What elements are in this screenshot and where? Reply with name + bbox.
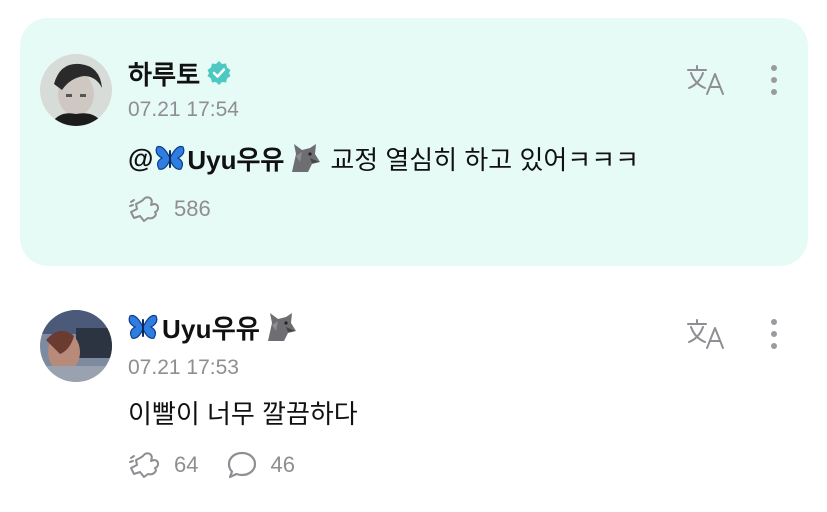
- translate-icon: [687, 65, 724, 95]
- butterfly-icon: [128, 313, 158, 341]
- like-count: 586: [174, 196, 211, 221]
- post-body: @ Uyu우유 교정 열심히 하고 있어ㅋㅋㅋ: [128, 138, 639, 178]
- like-button[interactable]: 64: [128, 450, 198, 480]
- like-count: 64: [174, 452, 199, 477]
- heart-hand-icon: [129, 196, 159, 222]
- translate-button[interactable]: [684, 314, 728, 354]
- author-row: 하루토: [128, 56, 232, 90]
- author-name[interactable]: Uyu우유: [162, 309, 260, 346]
- wolf-icon: [264, 311, 298, 343]
- like-button[interactable]: 586: [128, 194, 211, 224]
- post-text: 교정 열심히 하고 있어ㅋㅋㅋ: [330, 144, 640, 175]
- avatar[interactable]: [40, 310, 112, 382]
- reply-body: 이빨이 너무 깔끔하다: [128, 394, 358, 430]
- butterfly-icon: [155, 144, 185, 172]
- reply-item: Uyu우유 07.21 17:53 이빨이 너무 깔끔하다 64 46: [20, 290, 808, 500]
- reply-text: 이빨이 너무 깔끔하다: [128, 398, 358, 429]
- more-options-button[interactable]: [762, 314, 786, 354]
- more-vertical-icon: [771, 319, 777, 325]
- post-time: 07.21 17:54: [128, 98, 239, 121]
- avatar[interactable]: [40, 54, 112, 126]
- heart-hand-icon: [129, 452, 159, 478]
- author-name[interactable]: 하루토: [128, 55, 200, 92]
- translate-icon: [687, 319, 724, 349]
- wolf-icon: [288, 142, 322, 174]
- reply-time: 07.21 17:53: [128, 356, 239, 379]
- more-options-button[interactable]: [762, 60, 786, 100]
- mention-at[interactable]: @: [128, 143, 153, 174]
- author-row: Uyu우유: [128, 310, 298, 344]
- highlighted-post-card: 하루토 07.21 17:54 @ Uyu우유 교정 열심히 하고 있어ㅋㅋㅋ …: [20, 18, 808, 266]
- more-vertical-icon: [771, 65, 777, 71]
- mention-name[interactable]: Uyu우유: [187, 140, 284, 177]
- comment-bubble-icon: [228, 451, 257, 479]
- comment-count: 46: [270, 452, 295, 477]
- comment-button[interactable]: 46: [226, 450, 295, 480]
- reply-actions: 64 46: [128, 450, 323, 480]
- post-actions: 586: [128, 194, 239, 224]
- translate-button[interactable]: [684, 60, 728, 100]
- verified-badge-icon: [206, 60, 232, 86]
